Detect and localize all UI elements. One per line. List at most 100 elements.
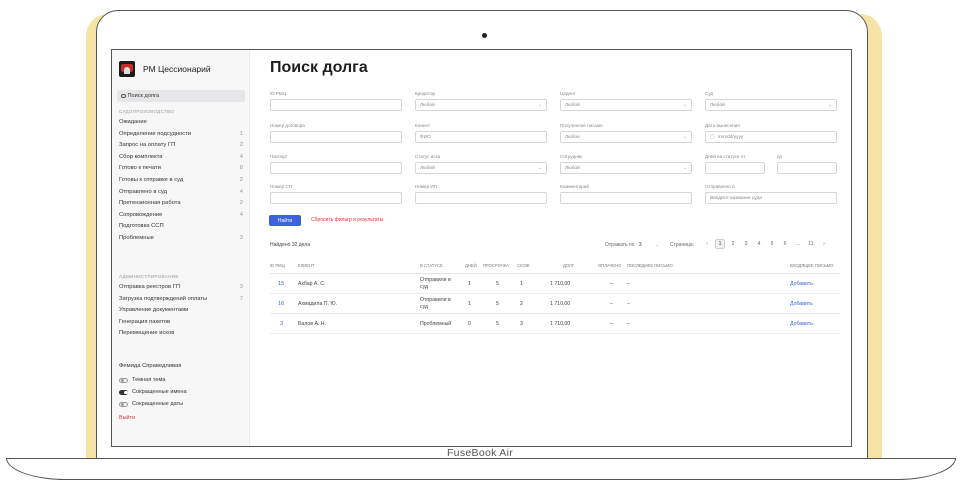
toggle-short-names[interactable]: Сокращенные имена [119, 389, 187, 395]
page-title: Поиск долга [270, 59, 368, 76]
pager-page[interactable]: 1 [715, 239, 725, 249]
table-row[interactable]: 3 Балов А. Н. Проблемный 0 5 3 1 710,00 … [270, 314, 840, 334]
sidebar-item-claims[interactable]: Претензионная работа 2 [119, 198, 243, 210]
row-last-letter: – [627, 301, 630, 307]
toggle-switch-icon[interactable] [119, 377, 128, 383]
sidebar-item-label: Загрузка подтверждений оплаты [119, 295, 208, 302]
row-overdue: 5 [496, 281, 499, 287]
row-id-link[interactable]: 15 [278, 281, 284, 287]
add-letter-link[interactable]: Добавить [790, 301, 813, 307]
column-header[interactable]: В СТАТУСЕ [420, 263, 443, 268]
row-overdue: 5 [496, 301, 499, 307]
table-row[interactable]: 16 Ахмадила П. Ю. Отправили в суд 1 5 2 … [270, 294, 840, 314]
count-badge: 4 [239, 188, 243, 195]
pager-page[interactable]: 11 [806, 239, 816, 249]
column-header[interactable]: ID РМЦ [270, 263, 285, 268]
row-id-link[interactable]: 16 [278, 301, 284, 307]
field-value: Любой [565, 165, 580, 171]
column-header[interactable]: ДНЕЙ [465, 263, 477, 268]
sp-number-input[interactable] [270, 192, 402, 204]
sidebar-item-label: Готово к печати [119, 165, 161, 172]
table-row[interactable]: 15 Акбар А. С. Отправили в суд 1 5 1 1 7… [270, 274, 840, 294]
row-days: 1 [468, 301, 471, 307]
sidebar-item-waiting[interactable]: Ожидание [119, 117, 243, 129]
sidebar-item-move-claims[interactable]: Перемещение исков [119, 328, 243, 340]
cedent-select[interactable]: Любой ⌄ [560, 99, 692, 111]
toggle-label: Темная тема [132, 377, 166, 383]
toggle-dark-theme[interactable]: Темная тема [119, 377, 165, 383]
toggle-switch-icon[interactable] [119, 401, 128, 407]
column-header[interactable]: ВХОДЯЩЕЕ ПИСЬМО [790, 263, 833, 268]
sidebar-item-generate-packages[interactable]: Генерация пакетов [119, 317, 243, 329]
issue-date-input[interactable]: ▢ mm/dd/yyyy [705, 131, 837, 143]
sidebar-item-label: Ожидание [119, 119, 147, 125]
count-badge: 8 [239, 165, 243, 172]
sidebar-item-ssp[interactable]: Подготовка ССП [119, 221, 243, 233]
filter-letter: Полученное письмо Любое ⌄ [560, 123, 692, 143]
employee-select[interactable]: Любой ⌄ [560, 162, 692, 174]
page-size-select[interactable]: Отражать по 3 ⌄ [605, 242, 659, 248]
column-header[interactable]: ПРОСРОЧКА [483, 263, 509, 268]
sidebar-item-send-registries[interactable]: Отправка реестров ГП 3 [119, 282, 243, 294]
row-last-letter: – [627, 281, 630, 287]
sidebar-item-search[interactable]: Поиск долга [117, 90, 245, 102]
client-input[interactable]: ФИО [415, 131, 547, 143]
pager-page[interactable]: 4 [754, 239, 764, 249]
count-badge: 3 [239, 284, 243, 290]
sidebar-item-jurisdiction[interactable]: Определение подсудности 1 [119, 129, 243, 141]
add-letter-link[interactable]: Добавить [790, 281, 813, 287]
add-letter-link[interactable]: Добавить [790, 321, 813, 327]
column-header[interactable]: КЛИЕНТ [298, 263, 315, 268]
field-label: Дата вынесения [705, 123, 740, 128]
column-header[interactable]: ДОЛГ [563, 263, 574, 268]
ip-number-input[interactable] [415, 192, 547, 204]
sidebar-item-documents[interactable]: Управление документами [119, 305, 243, 317]
sidebar-item-ready-print[interactable]: Готово к печати 8 [119, 163, 243, 175]
toggle-switch-icon[interactable] [119, 389, 128, 395]
pager-page[interactable]: 2 [728, 239, 738, 249]
row-id-link[interactable]: 3 [280, 321, 283, 327]
row-debt: 1 710,00 [550, 301, 571, 307]
field-label: Паспорт [270, 154, 288, 159]
app-header[interactable]: РМ Цессионарий [119, 61, 211, 77]
contract-input[interactable] [270, 131, 402, 143]
row-client: Ахмадила П. Ю. [298, 301, 338, 307]
sent-to-input[interactable]: Введите название суда [705, 192, 837, 204]
column-header[interactable]: СХОЖ [517, 263, 529, 268]
logout-link[interactable]: Выйти [119, 415, 135, 421]
find-button[interactable]: Найти [269, 215, 301, 226]
sidebar-item-collect-set[interactable]: Сбор комплекта 4 [119, 152, 243, 164]
court-select[interactable]: Любой ⌄ [705, 99, 837, 111]
row-status: Проблемный [420, 321, 452, 327]
comment-input[interactable] [560, 192, 692, 204]
id-rmc-input[interactable] [270, 99, 402, 111]
sidebar-item-support[interactable]: Сопровождение 4 [119, 210, 243, 222]
pager-page[interactable]: 6 [780, 239, 790, 249]
sidebar-item-label: Подготовка ССП [119, 223, 164, 230]
sidebar-item-sent[interactable]: Отправлено в суд 4 [119, 187, 243, 199]
reset-filters-link[interactable]: Сбросить фильтр и результаты [311, 217, 383, 223]
days-to-input[interactable] [777, 162, 837, 174]
row-client: Акбар А. С. [298, 281, 326, 287]
sidebar-item-problem[interactable]: Проблемные 3 [119, 233, 243, 245]
column-header[interactable]: ПОСЛЕДНЕЕ ПИСЬМО [627, 263, 673, 268]
sidebar-item-payment-request[interactable]: Запрос на оплату ГП 2 [119, 140, 243, 152]
pager-page[interactable]: 3 [741, 239, 751, 249]
days-from-input[interactable] [705, 162, 765, 174]
claim-status-select[interactable]: Любой ⌄ [415, 162, 547, 174]
toggle-short-dates[interactable]: Сокращенные даты [119, 401, 183, 407]
field-value: Любой [565, 102, 580, 108]
pager-prev-icon[interactable]: ‹ [702, 239, 712, 249]
filter-comment: Комментарий [560, 184, 692, 204]
row-paid: – [610, 321, 613, 327]
passport-input[interactable] [270, 162, 402, 174]
creditor-select[interactable]: Любой ⌄ [415, 99, 547, 111]
pager-next-icon[interactable]: › [819, 239, 829, 249]
field-value: Любой [420, 165, 435, 171]
chevron-down-icon: ⌄ [682, 134, 687, 140]
sidebar-item-ready-send[interactable]: Готовы к отправке в суд 2 [119, 175, 243, 187]
letter-select[interactable]: Любое ⌄ [560, 131, 692, 143]
sidebar-item-upload-confirmations[interactable]: Загрузка подтверждений оплаты 7 [119, 294, 243, 306]
pager-page[interactable]: 5 [767, 239, 777, 249]
column-header[interactable]: ОПЛАЧЕНО [598, 263, 621, 268]
